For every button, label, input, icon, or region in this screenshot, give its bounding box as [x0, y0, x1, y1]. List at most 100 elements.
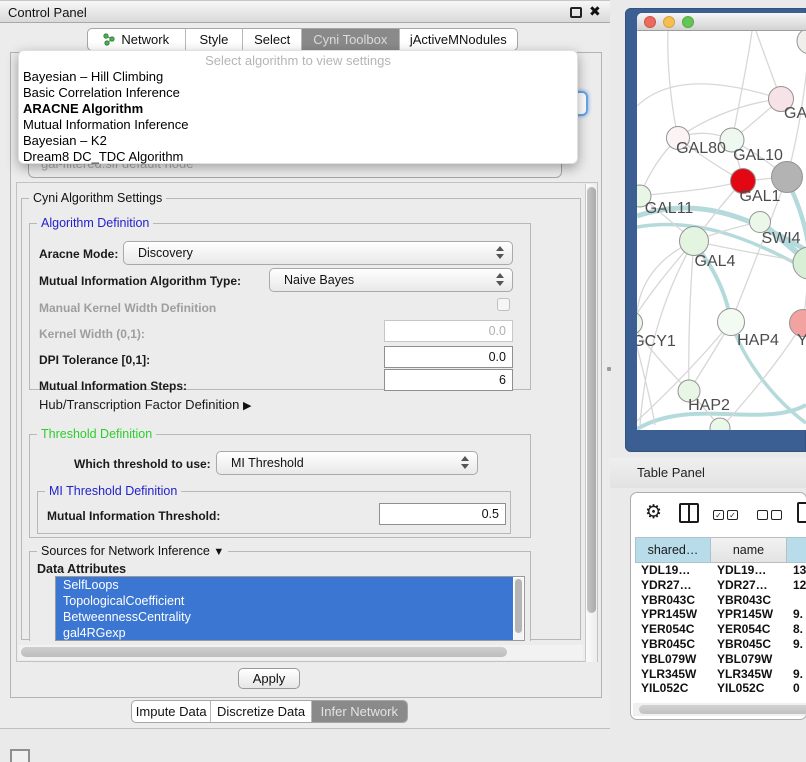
tab-network-label: Network	[121, 32, 169, 47]
table-row[interactable]: YBR043C YBR043C	[635, 593, 806, 608]
mi-threshold-label: Mutual Information Threshold:	[47, 509, 220, 523]
which-threshold-combo[interactable]: MI Threshold	[216, 451, 478, 475]
minimized-panel-icon[interactable]	[10, 749, 30, 762]
dropdown-item[interactable]: Dream8 DC_TDC Algorithm	[19, 149, 577, 165]
settings-horizontal-scrollbar[interactable]	[19, 645, 583, 660]
table-row[interactable]: YDR27… YDR27… 12	[635, 578, 806, 593]
split-columns-icon[interactable]	[679, 503, 699, 523]
zoom-traffic-light[interactable]	[682, 16, 694, 28]
column-header-partial[interactable]: A	[787, 537, 806, 563]
table-rows: YDL19… YDL19… 13 YDR27… YDR27… 12 YBR043…	[635, 563, 806, 703]
mi-steps-label: Mutual Information Steps:	[39, 379, 187, 393]
dropdown-item[interactable]: ARACNE Algorithm	[19, 101, 577, 117]
threshold-definition-title: Threshold Definition	[37, 427, 156, 441]
float-window-icon[interactable]	[570, 7, 582, 18]
dropdown-item[interactable]: Bayesian – K2	[19, 133, 577, 149]
algorithm-definition-title: Algorithm Definition	[37, 216, 153, 230]
network-node-top-partial[interactable]	[797, 31, 806, 54]
dropdown-items: Bayesian – Hill ClimbingBasic Correlatio…	[19, 69, 577, 165]
table-horizontal-scrollbar[interactable]	[633, 703, 806, 716]
node-label: HAP2	[688, 397, 730, 414]
tab-infer-network[interactable]: Infer Network	[312, 701, 407, 722]
combo-stepper-icon	[461, 456, 470, 469]
cyni-settings-group-title: Cyni Algorithm Settings	[29, 191, 166, 205]
panel-splitter-grip[interactable]	[607, 367, 611, 371]
network-node-labels: GAL GAL80 GAL10 GAL1 GAL11 SWI4 GAL4 GCY…	[637, 105, 806, 414]
node-label: GAL	[784, 105, 806, 122]
table-row[interactable]: YIL052C YIL052C 0	[635, 681, 806, 696]
minimize-traffic-light[interactable]	[663, 16, 675, 28]
node-label: HAP4	[737, 332, 779, 349]
table-row[interactable]: YBR045C YBR045C 9.	[635, 637, 806, 652]
dropdown-item[interactable]: Bayesian – Hill Climbing	[19, 69, 577, 85]
apply-button[interactable]: Apply	[238, 668, 300, 689]
screen: Control Panel ✖ Network Style Select Cyn…	[0, 0, 806, 762]
data-attributes-list: SelfLoopsTopologicalCoefficientBetweenne…	[55, 576, 525, 641]
node-label: GCY1	[637, 333, 676, 350]
tab-style[interactable]: Style	[186, 29, 244, 50]
node-label: GAL80	[676, 140, 726, 157]
table-row[interactable]: YER054C YER054C 8.	[635, 622, 806, 637]
expander-right-icon: ▶	[243, 400, 251, 412]
manual-kernel-width-label: Manual Kernel Width Definition	[39, 301, 216, 315]
dropdown-item[interactable]: Basic Correlation Inference	[19, 85, 577, 101]
column-header-shared-name[interactable]: shared…	[635, 537, 711, 563]
node-label: GAL11	[645, 200, 694, 217]
tab-discretize-data[interactable]: Discretize Data	[211, 701, 311, 722]
attribute-list-item[interactable]: gal4RGexp	[56, 625, 513, 641]
table-panel-titlebar: Table Panel	[610, 458, 806, 488]
kernel-width-label: Kernel Width (0,1):	[39, 327, 145, 341]
tab-select[interactable]: Select	[243, 29, 302, 50]
attribute-list-item[interactable]: TopologicalCoefficient	[56, 593, 513, 609]
network-canvas[interactable]: GAL GAL80 GAL10 GAL1 GAL11 SWI4 GAL4 GCY…	[637, 31, 806, 430]
expander-down-icon: ▼	[213, 546, 224, 558]
tab-impute-data[interactable]: Impute Data	[132, 701, 211, 722]
data-attributes-label: Data Attributes	[37, 562, 126, 576]
mi-threshold-field[interactable]: 0.5	[379, 503, 506, 525]
network-node-gcy1[interactable]	[637, 312, 643, 335]
network-view-inner: GAL GAL80 GAL10 GAL1 GAL11 SWI4 GAL4 GCY…	[637, 13, 806, 430]
tab-jactivemnodules[interactable]: jActiveMNodules	[400, 29, 517, 50]
control-panel-tabbar: Network Style Select Cyni Toolbox jActiv…	[87, 28, 518, 51]
table-row[interactable]: YLR345W YLR345W 9.	[635, 667, 806, 682]
node-label: GAL1	[740, 188, 781, 205]
gear-icon[interactable]: ⚙	[645, 501, 662, 524]
network-icon	[103, 33, 116, 46]
network-node-gal4[interactable]	[680, 227, 709, 256]
algorithm-dropdown-list: Select algorithm to view settings Bayesi…	[18, 50, 578, 164]
node-label: SWI4	[761, 230, 800, 247]
kernel-width-field[interactable]: 0.0	[384, 320, 513, 342]
mi-algorithm-type-combo[interactable]: Naive Bayes	[269, 268, 513, 292]
table-row[interactable]: YDL19… YDL19… 13	[635, 563, 806, 578]
network-view-window[interactable]: GAL GAL80 GAL10 GAL1 GAL11 SWI4 GAL4 GCY…	[625, 8, 806, 452]
control-panel-titlebar: Control Panel ✖	[0, 0, 610, 23]
mi-steps-field[interactable]: 6	[384, 369, 513, 391]
aracne-mode-combo[interactable]: Discovery	[123, 241, 513, 265]
settings-vertical-scrollbar[interactable]	[585, 184, 597, 662]
control-panel-window: Control Panel ✖ Network Style Select Cyn…	[0, 0, 610, 729]
attribute-list-scrollbar[interactable]	[514, 578, 523, 640]
node-label: GAL10	[733, 147, 783, 164]
network-window-titlebar[interactable]	[637, 13, 806, 31]
select-all-checkboxes-icon[interactable]: ✓✓	[713, 510, 738, 520]
deselect-all-checkboxes-icon[interactable]	[757, 510, 782, 520]
hub-factor-expander[interactable]: Hub/Transcription Factor Definition ▶	[39, 397, 251, 412]
close-icon[interactable]: ✖	[589, 3, 601, 20]
dropdown-placeholder: Select algorithm to view settings	[19, 53, 577, 69]
tab-cyni-toolbox[interactable]: Cyni Toolbox	[302, 29, 400, 50]
network-node-bottom-partial[interactable]	[710, 418, 730, 430]
network-edges-teal[interactable]	[637, 180, 806, 429]
dpi-tolerance-field[interactable]: 0.0	[384, 346, 513, 368]
tab-network[interactable]: Network	[88, 29, 186, 50]
close-traffic-light[interactable]	[644, 16, 656, 28]
document-icon[interactable]	[797, 502, 806, 523]
table-row[interactable]: YBL079W YBL079W	[635, 652, 806, 667]
sources-group-title[interactable]: Sources for Network Inference ▼	[37, 544, 228, 558]
attribute-list-item[interactable]: SelfLoops	[56, 577, 513, 593]
combo-stepper-icon	[496, 273, 505, 286]
dropdown-item[interactable]: Mutual Information Inference	[19, 117, 577, 133]
column-header-name[interactable]: name	[711, 537, 787, 563]
table-row[interactable]: YPR145W YPR145W 9.	[635, 607, 806, 622]
manual-kernel-width-checkbox[interactable]	[497, 298, 510, 311]
attribute-list-item[interactable]: BetweennessCentrality	[56, 609, 513, 625]
